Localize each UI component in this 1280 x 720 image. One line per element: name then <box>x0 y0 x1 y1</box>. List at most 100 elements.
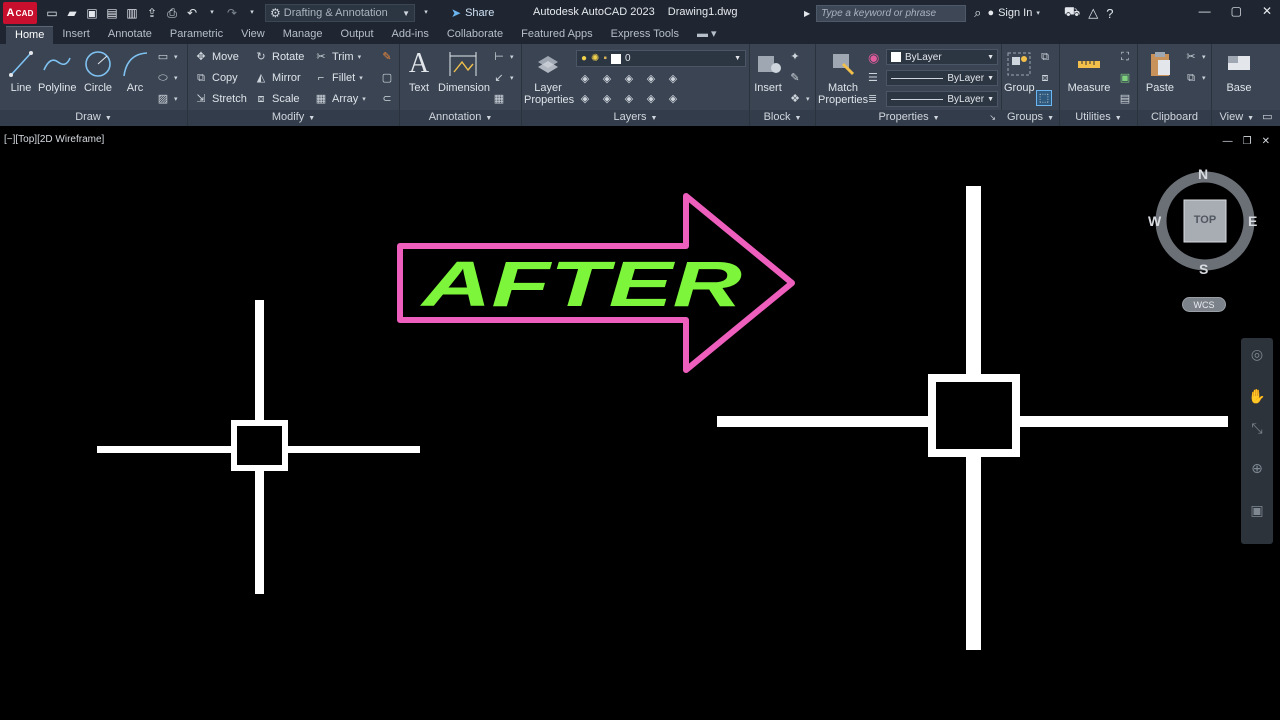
tab-home[interactable]: Home <box>6 26 54 44</box>
tab-overflow[interactable]: ▬ ▾ <box>688 26 726 44</box>
minimize-icon[interactable]: — <box>1199 4 1211 18</box>
search-icon[interactable]: ⌕ <box>974 5 981 21</box>
cut-button[interactable]: ✂ ▾ <box>1184 50 1205 64</box>
measure-button[interactable]: Measure <box>1064 50 1114 94</box>
edit-attributes-button[interactable]: ❖ ▾ <box>788 92 809 106</box>
erase-button[interactable]: ✎ <box>380 50 394 64</box>
layer-copy-icon[interactable]: ◈ <box>666 92 680 106</box>
customize-qat-icon[interactable]: ▾ <box>419 6 433 20</box>
cloud-save-icon[interactable]: ▥ <box>125 6 139 20</box>
properties-panel-title[interactable]: Properties ▼ ↘ <box>816 110 1002 126</box>
compass-east[interactable]: E <box>1248 213 1257 229</box>
redo-icon[interactable]: ↷ <box>225 6 239 20</box>
block-panel-title[interactable]: Block ▼ <box>750 110 815 126</box>
ribbon-minimize-icon[interactable]: ▭ <box>1262 111 1272 123</box>
dimension-tool-button[interactable]: Dimension <box>438 50 490 94</box>
text-tool-button[interactable]: A Text <box>406 50 432 95</box>
layer-match-icon[interactable]: ◈ <box>666 72 680 86</box>
drawing-canvas[interactable]: AFTER <box>0 128 1280 720</box>
layer-select[interactable]: ● ✺ ▪ 0 ▼ <box>576 50 746 67</box>
paste-button[interactable]: Paste <box>1142 50 1178 94</box>
explode-button[interactable]: ▢ <box>380 71 394 85</box>
tab-express-tools[interactable]: Express Tools <box>602 26 688 44</box>
pan-icon[interactable]: ✋ <box>1241 388 1273 405</box>
lineweight-select[interactable]: ByLayer ▼ <box>886 91 998 107</box>
create-block-button[interactable]: ✦ <box>788 50 802 64</box>
plot-icon[interactable]: ⎙ <box>165 6 179 20</box>
utilities-panel-title[interactable]: Utilities ▼ <box>1060 110 1137 126</box>
mirror-button[interactable]: ◭ Mirror <box>254 71 301 85</box>
color-select[interactable]: ByLayer ▼ <box>886 49 998 65</box>
group-edit-button[interactable]: ⧈ <box>1038 71 1052 85</box>
workspace-select[interactable]: ⚙ Drafting & Annotation ▼ <box>265 4 415 22</box>
leader-button[interactable]: ↙ ▾ <box>492 71 513 85</box>
layer-lock-icon[interactable]: ◈ <box>644 72 658 86</box>
arc-tool-button[interactable]: Arc <box>120 50 150 94</box>
circle-tool-button[interactable]: Circle <box>82 50 114 94</box>
table-button[interactable]: ▦ <box>492 92 506 106</box>
autodesk-apps-icon[interactable]: △ <box>1088 5 1098 21</box>
linetype-select[interactable]: ByLayer ▼ <box>886 70 998 86</box>
ungroup-button[interactable]: ⧉ <box>1038 50 1052 64</box>
tab-view[interactable]: View <box>232 26 274 44</box>
expand-search-icon[interactable]: ▶ <box>804 9 810 18</box>
layer-unlock-icon[interactable]: ◈ <box>644 92 658 106</box>
steering-wheel-icon[interactable]: ◎ <box>1241 346 1273 363</box>
maximize-icon[interactable]: ▢ <box>1231 4 1242 18</box>
modify-panel-title[interactable]: Modify ▼ <box>188 110 399 126</box>
polyline-tool-button[interactable]: Polyline <box>38 50 77 94</box>
annotation-panel-title[interactable]: Annotation ▼ <box>400 110 521 126</box>
calculator-button[interactable]: ▤ <box>1118 92 1132 106</box>
sign-in-button[interactable]: ● Sign In ▾ <box>987 7 1039 19</box>
select-all-button[interactable]: ▣ <box>1118 71 1132 85</box>
ellipse-tool-button[interactable]: ⬭ ▾ <box>156 71 177 85</box>
cart-icon[interactable]: ⛟ <box>1064 4 1080 22</box>
rotate-button[interactable]: ↻ Rotate <box>254 50 304 64</box>
offset-button[interactable]: ⊂ <box>380 92 394 106</box>
edit-block-button[interactable]: ✎ <box>788 71 802 85</box>
layer-thaw-icon[interactable]: ◈ <box>622 92 636 106</box>
fillet-button[interactable]: ⌐ Fillet ▾ <box>314 71 363 85</box>
view-panel-title[interactable]: View ▼ ▭ <box>1212 110 1280 126</box>
open-folder-icon[interactable]: ▰ <box>65 6 79 20</box>
compass-south[interactable]: S <box>1199 261 1208 277</box>
copy-clip-button[interactable]: ⧉ ▾ <box>1184 71 1205 85</box>
showmotion-icon[interactable]: ▣ <box>1241 502 1273 519</box>
upload-icon[interactable]: ⇪ <box>145 6 159 20</box>
layers-panel-title[interactable]: Layers ▼ <box>522 110 749 126</box>
share-button[interactable]: ➤ Share <box>451 6 494 20</box>
tab-featured-apps[interactable]: Featured Apps <box>512 26 602 44</box>
compass-west[interactable]: W <box>1148 213 1161 229</box>
layer-isolate-icon[interactable]: ◈ <box>600 72 614 86</box>
tab-add-ins[interactable]: Add-ins <box>383 26 438 44</box>
move-button[interactable]: ✥ Move <box>194 50 239 64</box>
rectangle-tool-button[interactable]: ▭ ▾ <box>156 50 178 64</box>
scale-button[interactable]: ⧈ Scale <box>254 92 300 106</box>
quick-select-button[interactable]: ⛶ <box>1118 50 1132 64</box>
save-icon[interactable]: ▣ <box>85 6 99 20</box>
viewcube[interactable]: TOP N S E W <box>1148 166 1258 277</box>
tab-manage[interactable]: Manage <box>274 26 332 44</box>
viewcube-top-face[interactable]: TOP <box>1184 214 1226 226</box>
line-tool-button[interactable]: Line <box>8 50 34 94</box>
compass-north[interactable]: N <box>1198 166 1208 182</box>
dialog-launcher-icon[interactable]: ↘ <box>989 110 996 125</box>
hatch-tool-button[interactable]: ▨ ▾ <box>156 92 178 106</box>
stretch-button[interactable]: ⇲ Stretch <box>194 92 246 106</box>
copy-button[interactable]: ⧉ Copy <box>194 71 238 85</box>
redo-dropdown-icon[interactable]: ▾ <box>245 6 259 20</box>
help-icon[interactable]: ? <box>1106 6 1113 21</box>
group-selection-toggle[interactable]: ⬚ <box>1036 90 1052 106</box>
layer-properties-button[interactable]: Layer Properties <box>524 50 574 106</box>
close-icon[interactable]: ✕ <box>1262 4 1272 18</box>
tab-annotate[interactable]: Annotate <box>99 26 161 44</box>
undo-icon[interactable]: ↶ <box>185 6 199 20</box>
orbit-icon[interactable]: ⊕ <box>1241 460 1273 477</box>
tab-output[interactable]: Output <box>332 26 383 44</box>
help-search-input[interactable] <box>816 4 967 22</box>
application-menu-button[interactable]: A CAD <box>3 2 37 24</box>
insert-block-button[interactable]: Insert <box>752 50 784 94</box>
layer-current-icon[interactable]: ◈ <box>578 92 592 106</box>
match-properties-button[interactable]: Match Properties <box>818 50 868 106</box>
trim-button[interactable]: ✂ Trim ▾ <box>314 50 361 64</box>
